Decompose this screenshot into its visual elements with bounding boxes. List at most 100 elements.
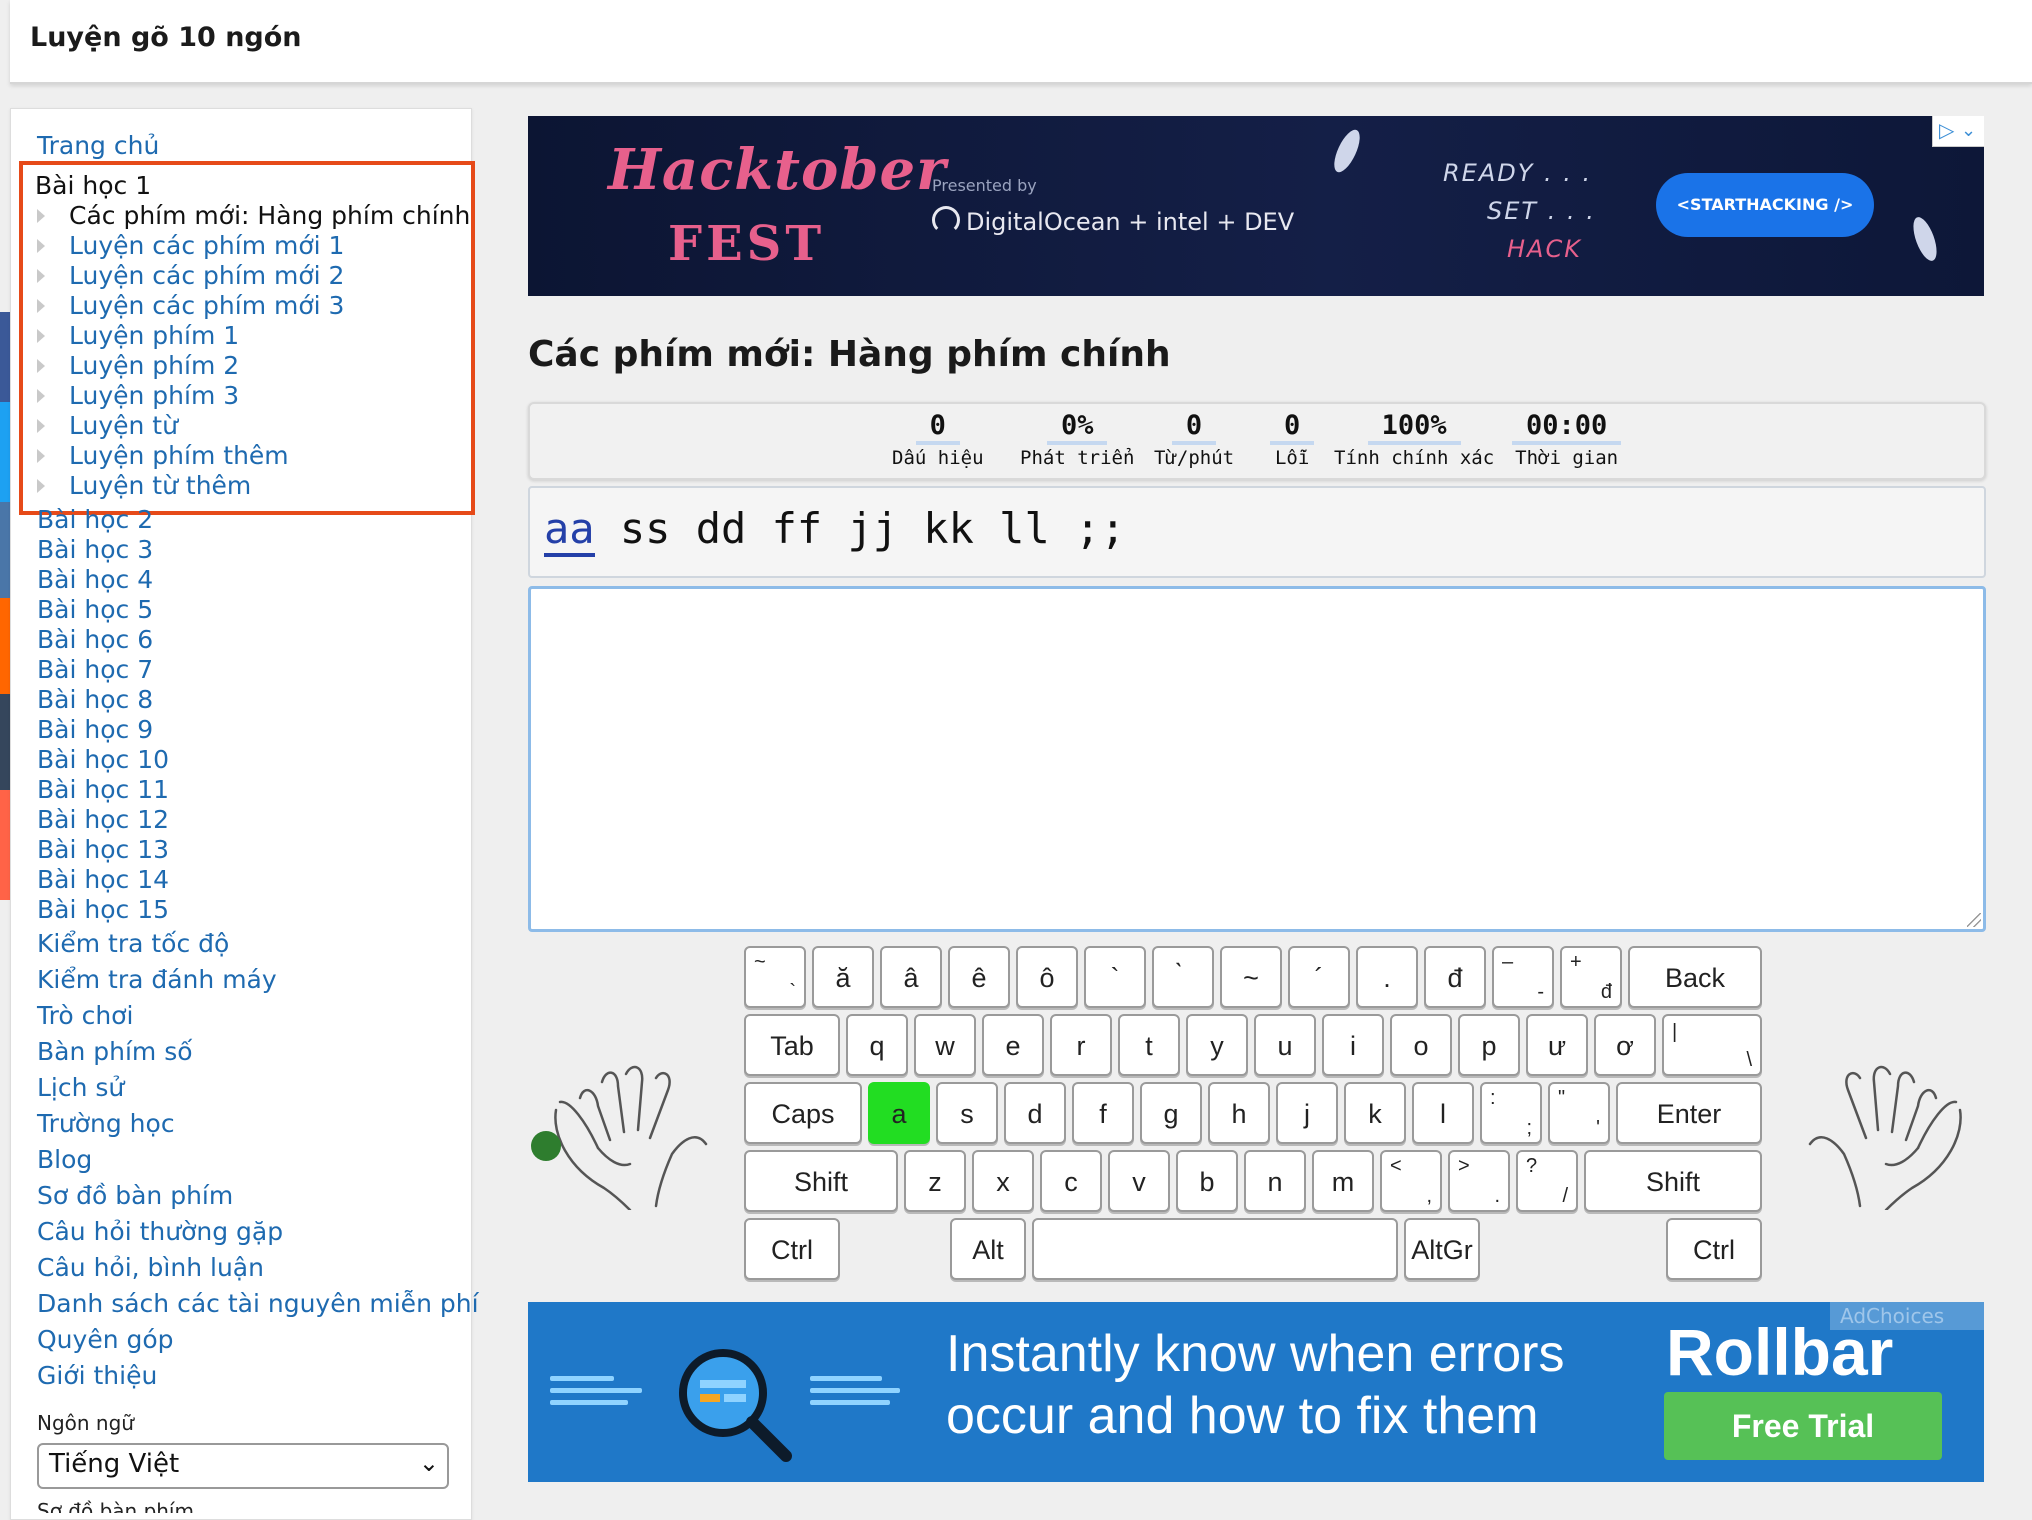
other-share-button[interactable] — [0, 790, 10, 900]
sidebar-lesson-link[interactable]: Bài học 15 — [37, 895, 169, 924]
sidebar-lesson-link[interactable]: Bài học 14 — [37, 865, 169, 894]
key-d[interactable]: d — [1004, 1082, 1066, 1144]
typing-input[interactable] — [528, 586, 1986, 932]
key-backspace[interactable]: Back — [1628, 946, 1762, 1008]
start-hacking-button[interactable]: <STARTHACKING /> — [1656, 173, 1874, 237]
key-right-shift[interactable]: Shift — [1584, 1150, 1762, 1212]
key-d-stroke[interactable]: đ — [1424, 946, 1486, 1008]
sidebar-lesson-link[interactable]: Bài học 12 — [37, 805, 169, 834]
key-f[interactable]: f — [1072, 1082, 1134, 1144]
key-period[interactable]: >. — [1448, 1150, 1510, 1212]
key-e[interactable]: e — [982, 1014, 1044, 1076]
key-n[interactable]: n — [1244, 1150, 1306, 1212]
key-tilde-accent[interactable]: ~ — [1220, 946, 1282, 1008]
sidebar-link-faq[interactable]: Câu hỏi thường gặp — [37, 1217, 283, 1246]
sidebar-lesson-link[interactable]: Bài học 3 — [37, 535, 153, 564]
key-u-horn[interactable]: ư — [1526, 1014, 1588, 1076]
sidebar-lesson-link[interactable]: Bài học 7 — [37, 655, 153, 684]
sidebar-link-donate[interactable]: Quyên góp — [37, 1325, 174, 1354]
key-grave[interactable]: ` — [1084, 946, 1146, 1008]
key-o-horn[interactable]: ơ — [1594, 1014, 1656, 1076]
free-trial-button[interactable]: Free Trial — [1664, 1392, 1942, 1460]
key-semicolon[interactable]: :; — [1480, 1082, 1542, 1144]
sidebar-link-blog[interactable]: Blog — [37, 1145, 92, 1174]
key-a-circumflex[interactable]: â — [880, 946, 942, 1008]
sidebar-lesson-link[interactable]: Bài học 8 — [37, 685, 153, 714]
sidebar-link-about[interactable]: Giới thiệu — [37, 1361, 157, 1390]
sidebar-link-school[interactable]: Trường học — [37, 1109, 175, 1138]
key-left-shift[interactable]: Shift — [744, 1150, 898, 1212]
key-s[interactable]: s — [936, 1082, 998, 1144]
sidebar-link-home[interactable]: Trang chủ — [37, 131, 159, 160]
key-plus[interactable]: + đ — [1560, 946, 1622, 1008]
key-space[interactable] — [1032, 1218, 1398, 1280]
key-dot-below[interactable]: . — [1356, 946, 1418, 1008]
sidebar-lesson-link[interactable]: Bài học 11 — [37, 775, 169, 804]
key-caps[interactable]: Caps — [744, 1082, 862, 1144]
sidebar-link-speed-test[interactable]: Kiểm tra tốc độ — [37, 929, 229, 958]
sidebar-link-resources[interactable]: Danh sách các tài nguyên miễn phí — [37, 1289, 479, 1318]
current-lesson-title[interactable]: Bài học 1 — [35, 171, 151, 200]
sidebar-lesson-link[interactable]: Bài học 6 — [37, 625, 153, 654]
key-backslash[interactable]: | \ — [1662, 1014, 1762, 1076]
ad-choices-button[interactable]: ▷ ⌄ — [1932, 116, 1984, 147]
key-y[interactable]: y — [1186, 1014, 1248, 1076]
key-v[interactable]: v — [1108, 1150, 1170, 1212]
key-tilde[interactable]: ~ ` — [744, 946, 806, 1008]
key-u[interactable]: u — [1254, 1014, 1316, 1076]
key-z[interactable]: z — [904, 1150, 966, 1212]
key-tab[interactable]: Tab — [744, 1014, 840, 1076]
rollbar-ad[interactable]: Instantly know when errors occur and how… — [528, 1302, 1984, 1482]
sidebar-link-typing-test[interactable]: Kiểm tra đánh máy — [37, 965, 277, 994]
sidebar-lesson-link[interactable]: Bài học 9 — [37, 715, 153, 744]
key-k[interactable]: k — [1344, 1082, 1406, 1144]
key-left-ctrl[interactable]: Ctrl — [744, 1218, 840, 1280]
key-g[interactable]: g — [1140, 1082, 1202, 1144]
sidebar-link-numpad[interactable]: Bàn phím số — [37, 1037, 193, 1066]
sidebar-lesson-link[interactable]: Bài học 5 — [37, 595, 153, 624]
reddit-share-button[interactable] — [0, 598, 10, 694]
adchoices-link[interactable]: AdChoices — [1830, 1302, 1984, 1330]
sidebar-link-games[interactable]: Trò chơi — [37, 1001, 133, 1030]
key-e-circumflex[interactable]: ê — [948, 946, 1010, 1008]
sidebar-lesson-link[interactable]: Bài học 10 — [37, 745, 169, 774]
key-acute-accent[interactable]: ´ — [1288, 946, 1350, 1008]
key-m[interactable]: m — [1312, 1150, 1374, 1212]
key-grave-accent[interactable]: ̀ — [1152, 946, 1214, 1008]
key-quote[interactable]: " ' — [1548, 1082, 1610, 1144]
key-alt[interactable]: Alt — [950, 1218, 1026, 1280]
sidebar-link-comments[interactable]: Câu hỏi, bình luận — [37, 1253, 264, 1282]
key-right-ctrl[interactable]: Ctrl — [1666, 1218, 1762, 1280]
hacktoberfest-ad[interactable]: Hacktober FEST Presented by DigitalOcean… — [528, 116, 1984, 296]
key-q[interactable]: q — [846, 1014, 908, 1076]
sidebar-lesson-link[interactable]: Bài học 13 — [37, 835, 169, 864]
sidebar-link-keyboard-layout[interactable]: Sơ đồ bàn phím — [37, 1181, 233, 1210]
key-t[interactable]: t — [1118, 1014, 1180, 1076]
key-l[interactable]: l — [1412, 1082, 1474, 1144]
key-a-breve[interactable]: ă — [812, 946, 874, 1008]
key-i[interactable]: i — [1322, 1014, 1384, 1076]
facebook-share-button[interactable] — [0, 312, 10, 402]
key-enter[interactable]: Enter — [1616, 1082, 1762, 1144]
resize-handle[interactable] — [1967, 913, 1981, 927]
tumblr-share-button[interactable] — [0, 694, 10, 790]
key-r[interactable]: r — [1050, 1014, 1112, 1076]
key-o-circumflex[interactable]: ô — [1016, 946, 1078, 1008]
key-slash[interactable]: ? / — [1516, 1150, 1578, 1212]
key-o[interactable]: o — [1390, 1014, 1452, 1076]
key-b[interactable]: b — [1176, 1150, 1238, 1212]
key-x[interactable]: x — [972, 1150, 1034, 1212]
key-c[interactable]: c — [1040, 1150, 1102, 1212]
language-select[interactable]: Tiếng Việt ⌄ — [37, 1443, 449, 1489]
sidebar-link-history[interactable]: Lịch sử — [37, 1073, 124, 1102]
key-h[interactable]: h — [1208, 1082, 1270, 1144]
sidebar-lesson-link[interactable]: Bài học 4 — [37, 565, 153, 594]
vk-share-button[interactable] — [0, 502, 10, 598]
key-w[interactable]: w — [914, 1014, 976, 1076]
key-a[interactable]: a — [868, 1082, 930, 1144]
key-p[interactable]: p — [1458, 1014, 1520, 1076]
key-comma[interactable]: <, — [1380, 1150, 1442, 1212]
sidebar-lesson-link[interactable]: Bài học 2 — [37, 505, 153, 534]
twitter-share-button[interactable] — [0, 402, 10, 502]
key-j[interactable]: j — [1276, 1082, 1338, 1144]
